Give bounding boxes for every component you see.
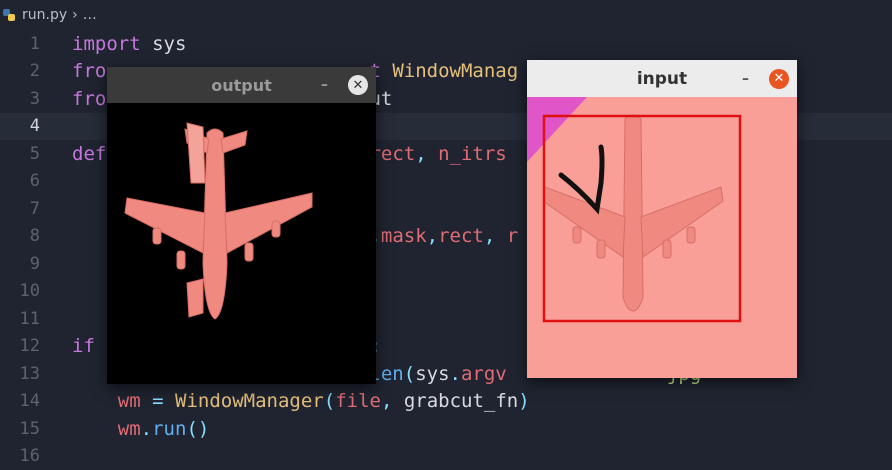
- line-number: 10: [0, 281, 40, 301]
- input-window-title: input: [637, 69, 687, 89]
- line-number: 14: [0, 391, 40, 411]
- line-number: 1: [0, 34, 40, 54]
- line-number: 7: [0, 199, 40, 219]
- output-window[interactable]: output – ✕: [107, 67, 376, 384]
- line-number: 8: [0, 226, 40, 246]
- line-number: 3: [0, 89, 40, 109]
- line-number: 5: [0, 144, 40, 164]
- line-number: 11: [0, 309, 40, 329]
- line-number: 2: [0, 61, 40, 81]
- line-number: 4: [0, 116, 40, 136]
- input-image[interactable]: [527, 97, 797, 378]
- minimize-icon[interactable]: –: [321, 77, 328, 93]
- line-number: 15: [0, 419, 40, 439]
- breadcrumb-file[interactable]: run.py: [22, 7, 67, 23]
- output-window-title: output: [211, 76, 272, 95]
- code-text[interactable]: import sys: [72, 33, 186, 55]
- line-number: 6: [0, 171, 40, 191]
- close-icon[interactable]: ✕: [769, 69, 789, 89]
- breadcrumb: run.py › …: [0, 0, 892, 30]
- input-titlebar[interactable]: input – ✕: [527, 60, 797, 97]
- line-number: 12: [0, 336, 40, 356]
- input-window[interactable]: input – ✕: [527, 60, 797, 378]
- python-file-icon: [2, 8, 16, 22]
- chevron-right-icon: ›: [72, 7, 78, 23]
- code-line[interactable]: 15 wm.run(): [0, 415, 892, 443]
- code-line[interactable]: 14 wm = WindowManager(file, grabcut_fn): [0, 388, 892, 416]
- output-titlebar[interactable]: output – ✕: [107, 67, 376, 103]
- line-number: 9: [0, 254, 40, 274]
- code-line[interactable]: 1 import sys: [0, 30, 892, 58]
- line-number: 13: [0, 364, 40, 384]
- minimize-icon[interactable]: –: [742, 71, 749, 87]
- code-text[interactable]: wm = WindowManager(file, grabcut_fn): [72, 390, 530, 412]
- code-text[interactable]: wm.run(): [72, 418, 209, 440]
- output-image: [107, 103, 376, 384]
- line-number: 16: [0, 446, 40, 466]
- close-icon[interactable]: ✕: [348, 75, 368, 95]
- code-line[interactable]: 16: [0, 443, 892, 470]
- breadcrumb-symbol[interactable]: …: [83, 7, 97, 23]
